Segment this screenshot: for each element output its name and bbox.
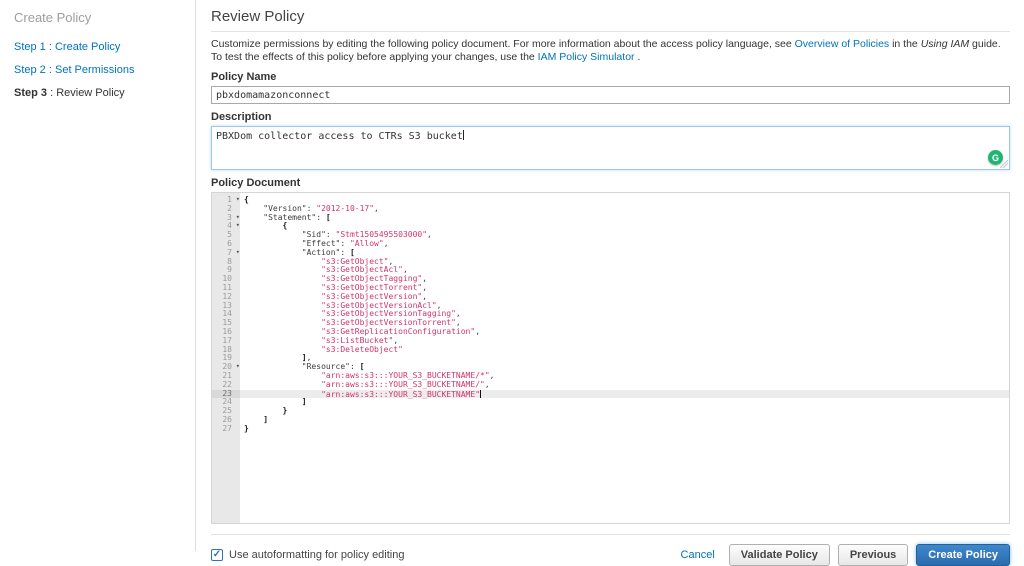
description-field[interactable]: PBXDom collector access to CTRs S3 bucke… (211, 126, 1010, 170)
line-number: 7 ▾ (227, 247, 240, 257)
step-label: Create Policy (54, 41, 121, 53)
line-number: 4 ▾ (227, 221, 240, 231)
line-number: 1 ▾ (227, 195, 240, 204)
iam-policy-simulator-link[interactable]: IAM Policy Simulator (538, 51, 635, 63)
code-line[interactable]: 25 } (212, 406, 1009, 416)
overview-of-policies-link[interactable]: Overview of Policies (795, 38, 890, 50)
code-line[interactable]: 23 "arn:aws:s3:::YOUR_S3_BUCKETNAME" (212, 389, 1009, 398)
text-caret (462, 130, 464, 140)
sidebar-item-step-2[interactable]: Step 2 : Set Permissions (14, 64, 187, 76)
line-number: 27 (222, 423, 232, 433)
fold-arrow-icon[interactable]: ▾ (236, 195, 240, 204)
step-label: Set Permissions (54, 64, 135, 76)
create-policy-button[interactable]: Create Policy (916, 544, 1010, 566)
code-line[interactable]: 24 ] (212, 397, 1009, 407)
code-line[interactable]: 27} (212, 423, 1009, 434)
validate-policy-button[interactable]: Validate Policy (728, 544, 830, 566)
code-line[interactable]: 22 "arn:aws:s3:::YOUR_S3_BUCKETNAME/", (212, 380, 1009, 390)
footer-bar: Use autoformatting for policy editing Ca… (211, 544, 1010, 566)
description-value: PBXDom collector access to CTRs S3 bucke… (216, 131, 463, 142)
resize-handle-icon[interactable] (1000, 160, 1008, 168)
line-number: 8 (227, 256, 232, 266)
step-prefix: Step 2 (14, 64, 46, 76)
code-line[interactable]: 2 "Version": "2012-10-17", (212, 204, 1009, 214)
action-buttons: Cancel Validate Policy Previous Create P… (681, 544, 1010, 566)
line-number: 5 (227, 230, 232, 240)
fold-arrow-icon[interactable]: ▾ (236, 213, 240, 222)
sidebar-item-step-1[interactable]: Step 1 : Create Policy (14, 41, 187, 53)
policy-document-editor[interactable]: 1 ▾{2 "Version": "2012-10-17", 3 ▾ "Stateme… (211, 192, 1010, 524)
fold-arrow-icon[interactable]: ▾ (236, 248, 240, 257)
step-prefix: Step 3 (14, 87, 48, 99)
footer-divider (211, 534, 1010, 535)
previous-button[interactable]: Previous (837, 544, 909, 566)
step-label: Review Policy (56, 87, 125, 99)
page-title: Review Policy (211, 8, 305, 25)
editor-caret (480, 389, 482, 398)
code-line[interactable]: 26 ] (212, 415, 1009, 425)
intro-paragraph: Customize permissions by editing the fol… (211, 38, 1001, 63)
title-divider (211, 31, 1010, 32)
policy-name-field[interactable] (211, 86, 1010, 104)
policy-name-label: Policy Name (211, 71, 277, 83)
code-line[interactable]: 18 "s3:DeleteObject" (212, 345, 1009, 355)
sidebar-item-step-3: Step 3 : Review Policy (14, 87, 125, 99)
sidebar-title: Create Policy (14, 10, 92, 25)
description-label: Description (211, 111, 272, 123)
step-prefix: Step 1 (14, 41, 46, 53)
main-panel: Review Policy Customize permissions by e… (197, 0, 1024, 566)
policy-document-label: Policy Document (211, 177, 301, 189)
steps-sidebar: Create Policy Step 1 : Create Policy Ste… (0, 0, 196, 551)
fold-arrow-icon[interactable]: ▾ (236, 221, 240, 230)
code-line[interactable]: 3 ▾ "Statement": [ (212, 213, 1009, 223)
fold-arrow-icon[interactable]: ▾ (236, 362, 240, 371)
editor-lines: 1 ▾{2 "Version": "2012-10-17", 3 ▾ "Stateme… (212, 193, 1009, 434)
